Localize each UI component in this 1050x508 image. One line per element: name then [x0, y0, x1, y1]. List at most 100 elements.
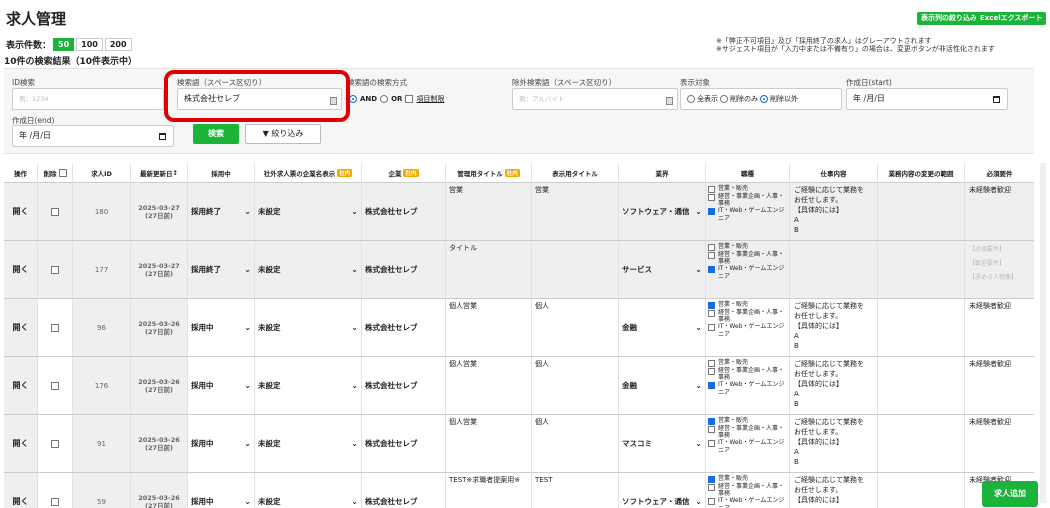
sort-icon[interactable]: ↕	[173, 169, 178, 177]
industry-select[interactable]: マスコミ ⌄	[619, 415, 706, 472]
occupation-checkbox[interactable]	[708, 310, 715, 317]
open-button[interactable]: 開く	[4, 473, 38, 508]
status-select[interactable]: 採用中 ⌄	[188, 415, 255, 472]
excel-export-button[interactable]: Excelエクスポート	[976, 12, 1047, 25]
occupation-checkbox[interactable]	[708, 186, 715, 193]
created-end-input[interactable]: 年 /月/日	[12, 125, 174, 147]
requirements-cell[interactable]: 未経験者歓迎	[965, 357, 1034, 414]
open-button[interactable]: 開く	[4, 415, 38, 472]
or-radio[interactable]	[380, 95, 389, 103]
count-option-100[interactable]: 100	[76, 38, 103, 51]
ext-company-select[interactable]: 未設定 ⌄	[255, 299, 362, 356]
occupation-checkbox[interactable]	[708, 302, 715, 309]
ext-company-select[interactable]: 未設定 ⌄	[255, 183, 362, 240]
copy-icon[interactable]	[666, 97, 673, 105]
id-search-input[interactable]: 例：1234	[12, 88, 164, 110]
scope-change-cell[interactable]	[878, 357, 965, 414]
delete-checkbox[interactable]	[51, 207, 59, 216]
search-button[interactable]: 検索	[193, 124, 239, 144]
calendar-icon[interactable]	[159, 133, 166, 140]
requirements-cell[interactable]: 未経験者歓迎	[965, 299, 1034, 356]
disp-title-cell[interactable]: 営業	[532, 183, 619, 240]
job-desc-cell[interactable]: ご経験に応じて業務を お任せします。 【具体的には】 A B	[790, 183, 878, 240]
mgmt-title-cell[interactable]: タイトル	[446, 241, 532, 298]
occupation-checkbox[interactable]	[708, 484, 715, 491]
mgmt-title-cell[interactable]: 営業	[446, 183, 532, 240]
and-radio[interactable]	[349, 95, 357, 103]
industry-select[interactable]: ソフトウェア・通信 ⌄	[619, 183, 706, 240]
industry-select[interactable]: サービス ⌄	[619, 241, 706, 298]
header-id[interactable]: 求人ID	[73, 163, 131, 183]
open-button[interactable]: 開く	[4, 183, 38, 240]
job-desc-cell[interactable]	[790, 241, 878, 298]
exclude-deleted-radio[interactable]	[760, 95, 768, 103]
ext-company-select[interactable]: 未設定 ⌄	[255, 473, 362, 508]
occupation-checkbox[interactable]	[708, 418, 715, 425]
status-select[interactable]: 採用中 ⌄	[188, 357, 255, 414]
item-limit-label[interactable]: 項目制限	[416, 94, 444, 104]
item-limit-checkbox[interactable]	[405, 95, 414, 103]
scope-change-cell[interactable]	[878, 473, 965, 508]
exclude-keyword-input[interactable]: 例：アルバイト	[512, 88, 678, 110]
deleted-only-radio[interactable]	[720, 95, 728, 103]
disp-title-cell[interactable]: 個人	[532, 299, 619, 356]
status-select[interactable]: 採用中 ⌄	[188, 473, 255, 508]
add-job-button[interactable]: 求人追加	[982, 481, 1038, 507]
occupation-checkbox[interactable]	[708, 368, 715, 375]
open-button[interactable]: 開く	[4, 241, 38, 298]
scrollbar[interactable]	[1040, 163, 1046, 503]
occupation-checkbox[interactable]	[708, 476, 715, 483]
copy-icon[interactable]	[330, 97, 337, 105]
job-desc-cell[interactable]: ご経験に応じて業務を お任せします。 【具体的には】 A B	[790, 415, 878, 472]
mgmt-title-cell[interactable]: TEST※求職者提案用※	[446, 473, 532, 508]
header-updated[interactable]: 最新更新日 ↕	[131, 163, 188, 183]
occupation-checkbox[interactable]	[708, 360, 715, 367]
occupation-checkbox[interactable]	[708, 194, 715, 201]
scope-change-cell[interactable]	[878, 241, 965, 298]
disp-title-cell[interactable]: 個人	[532, 415, 619, 472]
occupation-checkbox[interactable]	[708, 244, 715, 251]
occupation-checkbox[interactable]	[708, 382, 715, 390]
status-select[interactable]: 採用中 ⌄	[188, 299, 255, 356]
delete-checkbox[interactable]	[51, 381, 59, 390]
open-button[interactable]: 開く	[4, 357, 38, 414]
scope-change-cell[interactable]	[878, 299, 965, 356]
count-option-200[interactable]: 200	[104, 38, 132, 51]
narrow-columns-button[interactable]: 表示列の絞り込み	[917, 12, 981, 25]
requirements-cell[interactable]: 未経験者歓迎	[965, 183, 1034, 240]
scope-change-cell[interactable]	[878, 415, 965, 472]
mgmt-title-cell[interactable]: 個人営業	[446, 415, 532, 472]
delete-checkbox[interactable]	[51, 323, 59, 332]
select-all-checkbox[interactable]	[58, 169, 67, 177]
industry-select[interactable]: 金融 ⌄	[619, 357, 706, 414]
occupation-checkbox[interactable]	[708, 498, 715, 506]
disp-title-cell[interactable]: 個人	[532, 357, 619, 414]
status-select[interactable]: 採用終了 ⌄	[188, 241, 255, 298]
requirements-cell[interactable]: 【必須要件】 【歓迎要件】 【求める人物像】	[965, 241, 1034, 298]
job-desc-cell[interactable]: ご経験に応じて業務を お任せします。 【具体的には】 A B	[790, 357, 878, 414]
ext-company-select[interactable]: 未設定 ⌄	[255, 357, 362, 414]
delete-checkbox[interactable]	[51, 497, 59, 506]
disp-title-cell[interactable]: TEST	[532, 473, 619, 508]
mgmt-title-cell[interactable]: 個人営業	[446, 299, 532, 356]
created-start-input[interactable]: 年 /月/日	[846, 88, 1008, 110]
delete-checkbox[interactable]	[51, 265, 59, 274]
all-radio[interactable]	[687, 95, 695, 103]
occupation-checkbox[interactable]	[708, 252, 715, 259]
occupation-checkbox[interactable]	[708, 440, 715, 448]
industry-select[interactable]: ソフトウェア・通信 ⌄	[619, 473, 706, 508]
ext-company-select[interactable]: 未設定 ⌄	[255, 415, 362, 472]
narrow-button[interactable]: ▼ 絞り込み	[245, 124, 321, 144]
job-desc-cell[interactable]: ご経験に応じて業務を お任せします。 【具体的には】	[790, 473, 878, 508]
occupation-checkbox[interactable]	[708, 266, 715, 274]
keyword-input[interactable]: 株式会社セレブ	[177, 88, 342, 110]
open-button[interactable]: 開く	[4, 299, 38, 356]
status-select[interactable]: 採用終了 ⌄	[188, 183, 255, 240]
occupation-checkbox[interactable]	[708, 426, 715, 433]
job-desc-cell[interactable]: ご経験に応じて業務を お任せします。 【具体的には】 A B	[790, 299, 878, 356]
industry-select[interactable]: 金融 ⌄	[619, 299, 706, 356]
occupation-checkbox[interactable]	[708, 208, 715, 216]
delete-checkbox[interactable]	[51, 439, 59, 448]
requirements-cell[interactable]: 未経験者歓迎	[965, 415, 1034, 472]
disp-title-cell[interactable]	[532, 241, 619, 298]
